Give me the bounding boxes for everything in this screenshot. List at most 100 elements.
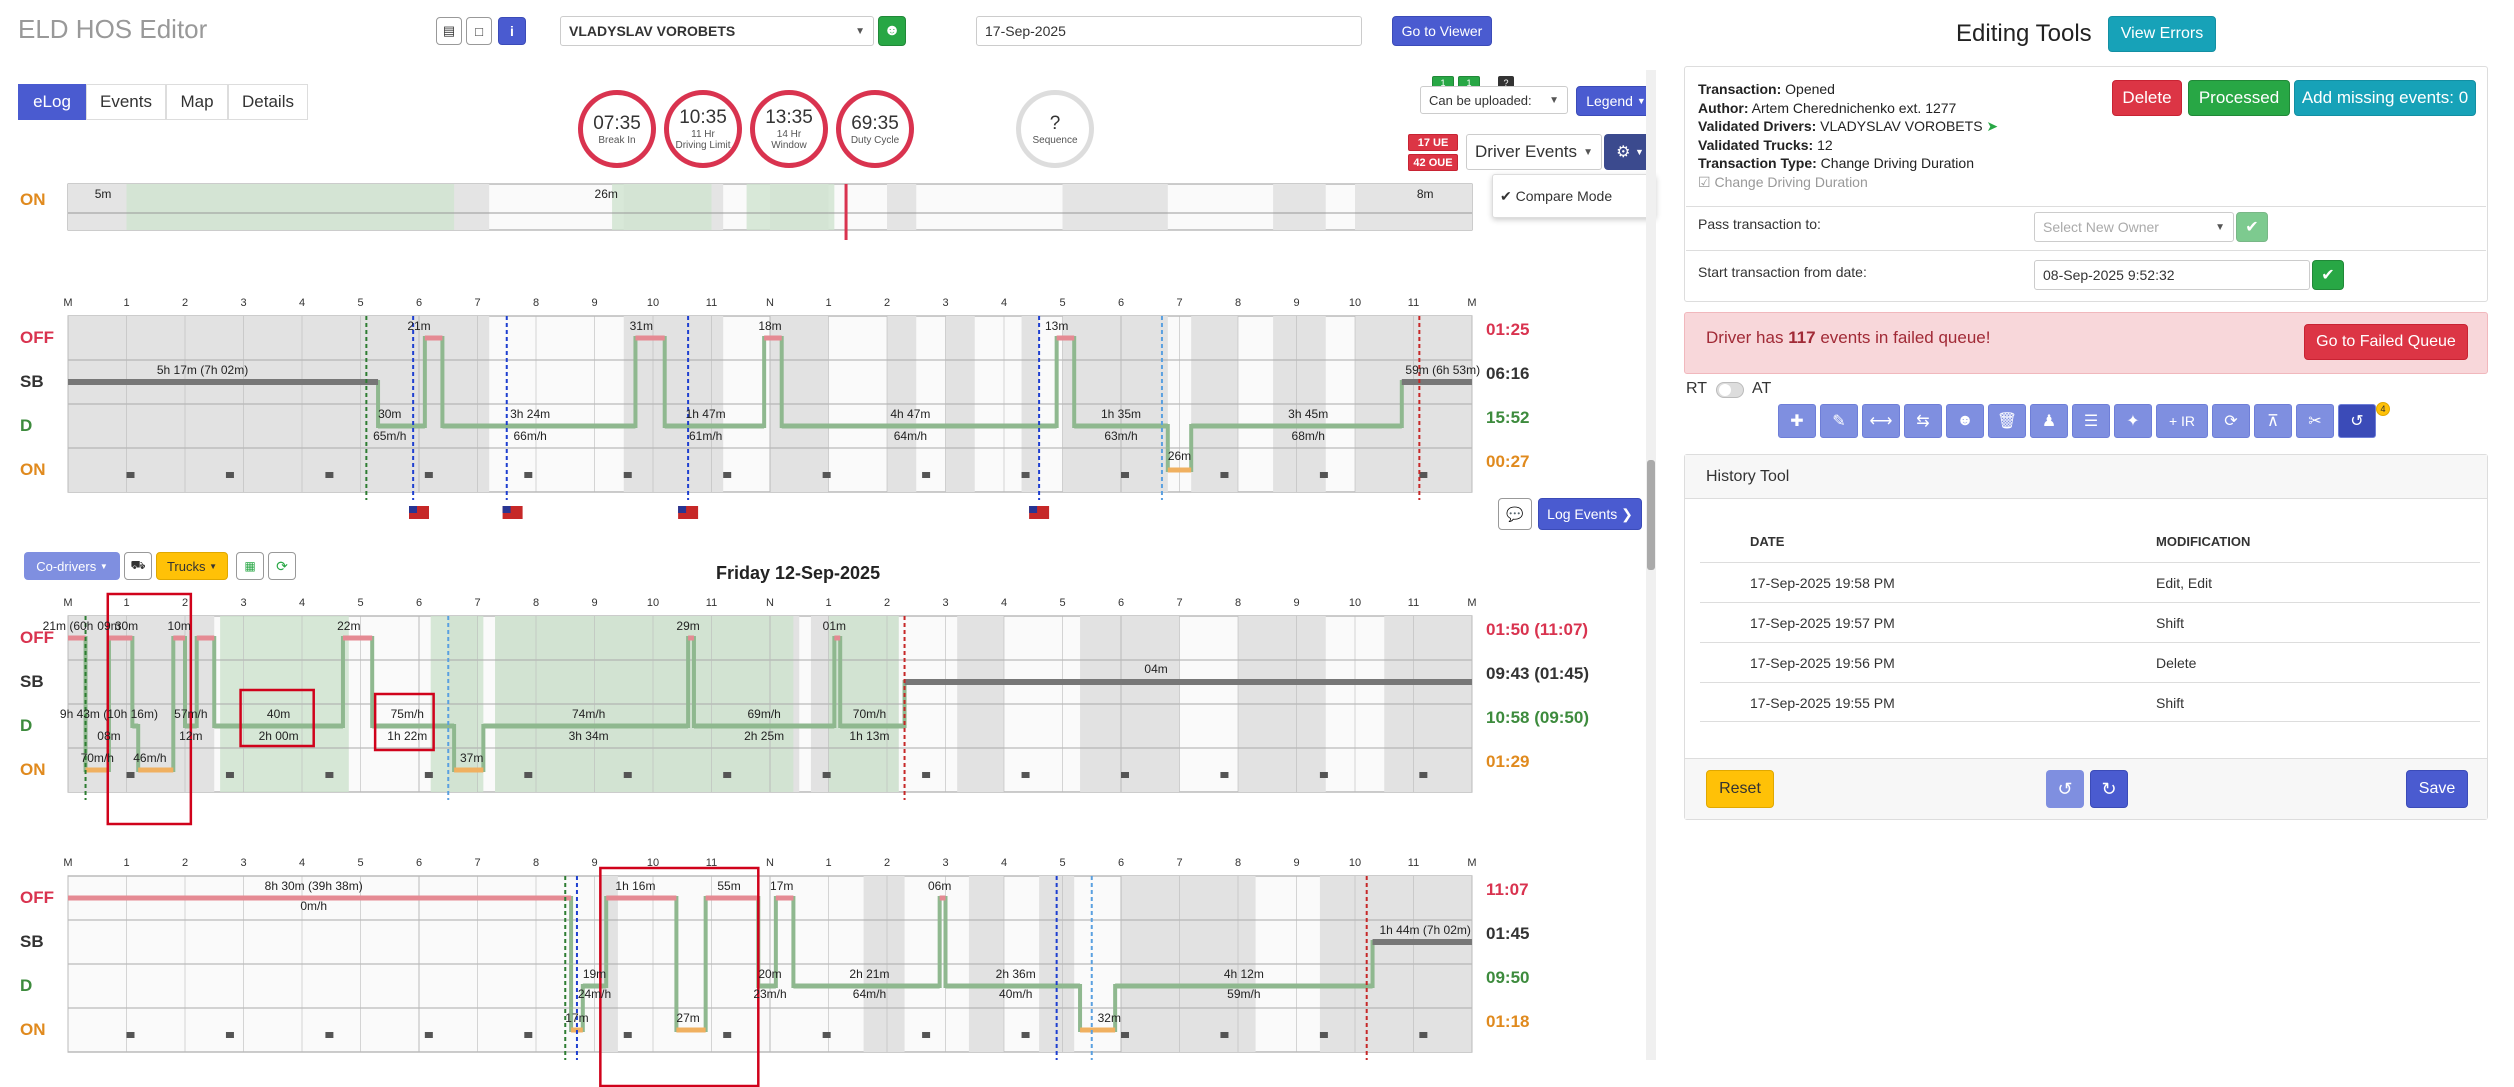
truck-icon-button[interactable]: ⛟ xyxy=(124,552,152,580)
rt-at-toggle[interactable] xyxy=(1716,382,1744,398)
history-button[interactable]: ↺ xyxy=(2338,404,2376,438)
g0-camera-icon xyxy=(325,472,334,478)
table-row[interactable]: 17-Sep-2025 19:57 PM Shift xyxy=(1700,602,2480,642)
g0-segment-label: 5h 17m (7h 02m) xyxy=(157,363,248,377)
g2-hour-label: 8 xyxy=(1235,857,1241,869)
g1-hour-label: 4 xyxy=(299,597,305,609)
swap-button[interactable]: ⇆ xyxy=(1904,404,1942,438)
g0-hour-label: M xyxy=(1467,297,1476,309)
sync-icon: ⟳ xyxy=(2224,413,2238,430)
g2-hour-label: 7 xyxy=(1176,857,1182,869)
g2-segment-label: 0m/h xyxy=(300,899,327,913)
g1-hour-label: 7 xyxy=(1176,597,1182,609)
g2-camera-icon xyxy=(325,1032,334,1038)
g2-segment-label: 2h 36m xyxy=(996,967,1036,981)
save-button[interactable]: Save xyxy=(2406,770,2468,808)
assign-driver-button[interactable]: ☻ xyxy=(1946,404,1984,438)
g2-hour-label: 3 xyxy=(240,857,246,869)
refresh-trucks-button[interactable]: ⟳ xyxy=(268,552,296,580)
g2-segment-label: 24m/h xyxy=(578,987,611,1001)
add-ir-button[interactable]: + IR xyxy=(2156,404,2208,438)
redo-button[interactable]: ↻ xyxy=(2090,770,2128,808)
owner-select[interactable]: Select New Owner ▼ xyxy=(2034,212,2234,242)
go-to-failed-queue-button[interactable]: Go to Failed Queue xyxy=(2304,324,2468,360)
g2-hour-label: 4 xyxy=(1001,857,1007,869)
edit-event-button[interactable]: ✎ xyxy=(1820,404,1858,438)
g2-hour-label: 10 xyxy=(1349,857,1361,869)
user-icon: ☻ xyxy=(1956,412,1974,429)
confirm-owner-button[interactable]: ✔ xyxy=(2236,212,2268,242)
g2-camera-icon xyxy=(1121,1032,1129,1038)
change-driving-checkbox[interactable]: ☑ xyxy=(1698,174,1711,190)
g1-hour-label: 5 xyxy=(357,597,363,609)
trailer-icon-button[interactable]: ▦ xyxy=(236,552,264,580)
failed-queue-text: Driver has 117 events in failed queue! xyxy=(1706,328,1991,347)
cut-button[interactable]: ✂ xyxy=(2296,404,2334,438)
g1-camera-icon xyxy=(126,772,135,778)
reset-button[interactable]: Reset xyxy=(1706,770,1774,808)
g2-segment-label: 17m xyxy=(770,879,793,893)
g1-sb-total: 09:43 (01:45) xyxy=(1486,664,1590,683)
status-label-on: ON xyxy=(20,460,46,479)
trucks-button[interactable]: Trucks ▼ xyxy=(156,552,228,580)
history-title: History Tool xyxy=(1706,468,1790,485)
status-label-on: ON xyxy=(20,190,46,209)
g0-camera-icon xyxy=(623,472,632,478)
g1-segment-label: 69m/h xyxy=(747,707,780,721)
table-row[interactable]: 17-Sep-2025 19:56 PM Delete xyxy=(1700,642,2480,682)
g2-d-total: 09:50 xyxy=(1486,968,1530,987)
g0-camera-icon xyxy=(424,472,433,478)
g1-hour-label: 2 xyxy=(884,597,890,609)
g0-segment-label: 21m xyxy=(407,319,430,333)
history-icon: ↺ xyxy=(2350,413,2364,430)
group-button[interactable]: ♟ xyxy=(2030,404,2068,438)
g1-hour-label: 2 xyxy=(182,597,188,609)
g2-hour-label: M xyxy=(1467,857,1476,869)
columns-button[interactable]: ☰ xyxy=(2072,404,2110,438)
view-errors-button[interactable]: View Errors xyxy=(2108,16,2216,52)
status-label-off: OFF xyxy=(20,328,54,347)
g2-segment-label: 8h 30m (39h 38m) xyxy=(265,879,363,893)
g1-hour-label: 9 xyxy=(591,597,597,609)
confirm-date-button[interactable]: ✔ xyxy=(2312,260,2344,290)
g2-hour-label: 2 xyxy=(182,857,188,869)
add-missing-events-button[interactable]: Add missing events: 0 xyxy=(2294,80,2476,116)
table-row[interactable]: 17-Sep-2025 19:55 PM Shift xyxy=(1700,682,2480,722)
g0-sb-total: 06:16 xyxy=(1486,364,1530,383)
pass-to-label: Pass transaction to: xyxy=(1698,216,1821,232)
g1-camera-icon xyxy=(922,772,931,778)
g2-segment-label: 27m xyxy=(676,1011,699,1025)
g2-segment-label: 19m xyxy=(583,967,606,981)
table-row[interactable]: 17-Sep-2025 19:58 PM Edit, Edit xyxy=(1700,562,2480,602)
g1-hour-label: 10 xyxy=(1349,597,1361,609)
co-drivers-button[interactable]: Co-drivers ▼ xyxy=(24,552,120,580)
stretch-button[interactable]: ⟷ xyxy=(1862,404,1900,438)
delete-button[interactable]: Delete xyxy=(2112,80,2182,116)
add-event-button[interactable]: ✚ xyxy=(1778,404,1816,438)
col-date-header: DATE xyxy=(1750,534,1785,549)
g1-hour-label: 3 xyxy=(240,597,246,609)
scrollbar-thumb[interactable] xyxy=(1647,460,1655,570)
arrows-horizontal-icon: ⟷ xyxy=(1869,413,1893,430)
align-top-button[interactable]: ⊼ xyxy=(2254,404,2292,438)
g2-off-total: 11:07 xyxy=(1486,880,1529,899)
col-mod-header: MODIFICATION xyxy=(2156,534,2251,549)
undo-button[interactable]: ↺ xyxy=(2046,770,2084,808)
g1-segment-label: 01m xyxy=(823,619,846,633)
g0-d-total: 15:52 xyxy=(1486,408,1530,427)
g0-hour-label: 4 xyxy=(1001,297,1007,309)
g0-top-green xyxy=(612,184,712,230)
g1-segment-label: 74m/h xyxy=(572,707,605,721)
trash-button[interactable]: 🗑 xyxy=(1988,404,2026,438)
g1-camera-icon xyxy=(822,772,831,778)
magic-button[interactable]: ✦ xyxy=(2114,404,2152,438)
processed-button[interactable]: Processed xyxy=(2188,80,2290,116)
log-events-button[interactable]: Log Events ❯ xyxy=(1538,498,1642,530)
sync-button[interactable]: ⟳ xyxy=(2212,404,2250,438)
g2-segment-label: 2h 21m xyxy=(849,967,889,981)
rt-label: RT xyxy=(1686,380,1708,397)
comment-button[interactable]: 💬 xyxy=(1498,498,1532,530)
g2-on-total: 01:18 xyxy=(1486,1012,1530,1031)
g0-top-shade xyxy=(1355,184,1472,230)
start-date-input[interactable]: 08-Sep-2025 9:52:32 xyxy=(2034,260,2310,290)
